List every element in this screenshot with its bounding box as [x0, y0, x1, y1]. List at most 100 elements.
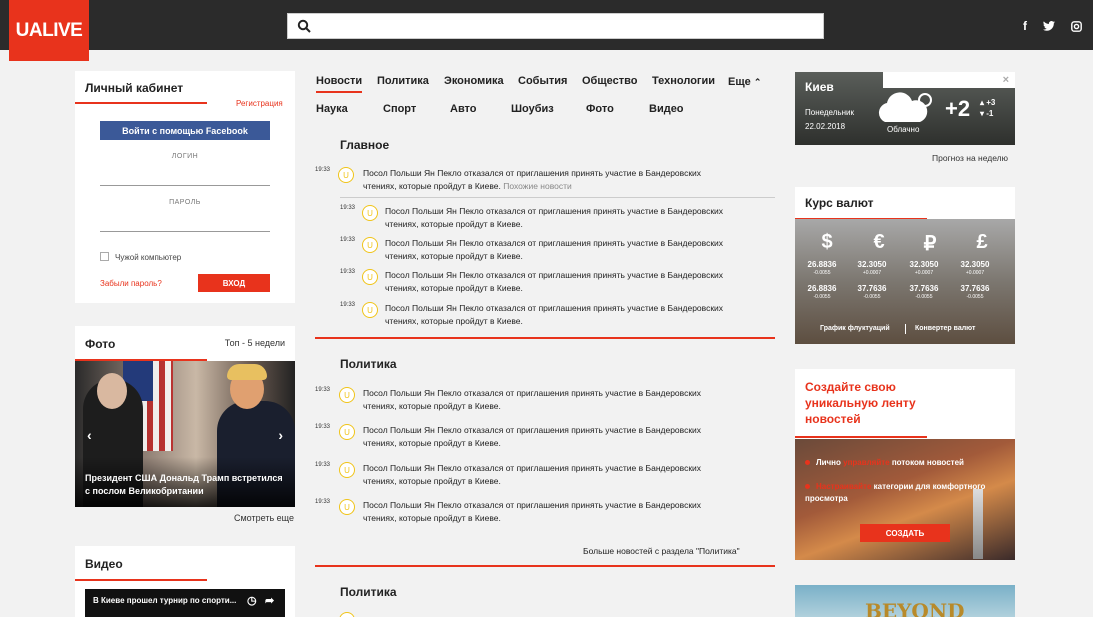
forgot-password-link[interactable]: Забыли пароль? — [100, 279, 162, 288]
photo-caption[interactable]: Президент США Дональд Трамп встретился с… — [85, 472, 285, 498]
video-player[interactable]: В Киеве прошел турнир по спорти... ◷ ➦ — [85, 589, 285, 617]
tab-photo[interactable]: Фото — [586, 103, 614, 115]
weather-temp: +2 — [945, 96, 971, 121]
tab-news[interactable]: Новости — [316, 75, 362, 87]
tab-video[interactable]: Видео — [649, 103, 684, 115]
tab-showbiz[interactable]: Шоубиз — [511, 103, 554, 115]
news-text: Посол Польши Ян Пекло отказался от пригл… — [385, 237, 723, 263]
rate-value: 26.8836 — [807, 260, 837, 269]
section-title-politics-2: Политика — [340, 585, 397, 599]
list-item[interactable]: 19:33 U Посол Польши Ян Пекло отказался … — [315, 387, 775, 415]
site-logo[interactable]: UALIVE — [9, 0, 89, 61]
weather-hi: +3 — [986, 98, 996, 107]
photo-slide[interactable]: ‹ › Президент США Дональд Трамп встретил… — [75, 361, 295, 507]
rate-value: 37.7636 — [857, 284, 887, 293]
title-underline — [75, 579, 207, 581]
share-icon[interactable]: ➦ — [265, 594, 274, 607]
tab-sport[interactable]: Спорт — [383, 103, 416, 115]
photo-filter[interactable]: Топ - 5 недели — [225, 338, 285, 348]
bullet-icon — [805, 484, 810, 489]
eur-symbol: € — [873, 231, 885, 253]
source-icon: U — [339, 612, 355, 617]
weekly-forecast-link[interactable]: Прогноз на неделю — [932, 153, 1008, 163]
headline-news[interactable]: 19:33 U Посол Польши Ян Пекло отказался … — [315, 167, 775, 195]
news-time: 19:33 — [340, 237, 356, 243]
more-politics-link[interactable]: Больше новостей с раздела "Политика" — [583, 546, 740, 556]
list-item[interactable]: 19:33 U Посол Польши Ян Пекло отказался … — [340, 205, 775, 233]
tab-technology[interactable]: Технологии — [652, 75, 715, 87]
rub-symbol: ₽ — [923, 233, 937, 255]
source-icon: U — [339, 424, 355, 440]
converter-link[interactable]: Конвертер валют — [915, 325, 975, 332]
cloud-sun-icon — [878, 92, 932, 122]
promo-title: Создайте свою уникальную ленту новостей — [805, 380, 916, 426]
news-line-2: чтениях, которые пройдут в Киеве. — [363, 476, 501, 486]
tab-economy[interactable]: Экономика — [444, 75, 504, 87]
close-icon[interactable]: × — [1003, 74, 1009, 86]
news-time: 19:33 — [340, 302, 356, 308]
tab-auto[interactable]: Авто — [450, 103, 477, 115]
prev-arrow-icon[interactable]: ‹ — [87, 427, 92, 443]
usd-symbol: $ — [821, 231, 833, 253]
list-item[interactable]: 19:33 U Посол Польши Ян Пекло отказался … — [315, 424, 775, 452]
video-card: Видео В Киеве прошел турнир по спорти...… — [75, 546, 295, 617]
similar-news-link[interactable]: Похожие новости — [503, 181, 572, 191]
photo-more-link[interactable]: Смотреть еще — [234, 513, 294, 523]
login-field[interactable] — [100, 185, 270, 186]
section-divider — [315, 337, 775, 339]
list-item[interactable]: 19:33 U Посол Польши Ян Пекло отказался … — [340, 269, 775, 297]
currency-title: Курс валют — [805, 196, 874, 210]
news-line-1: Посол Польши Ян Пекло отказался от пригл… — [363, 168, 702, 178]
facebook-login-button[interactable]: Войти с помощью Facebook — [100, 121, 270, 140]
news-line-2: чтениях, которые пройдут в Киеве. — [385, 283, 523, 293]
rate-value: 32.3050 — [909, 260, 939, 269]
login-button[interactable]: ВХОД — [198, 274, 270, 292]
tab-events[interactable]: События — [518, 75, 567, 87]
rate-delta: -0.0055 — [813, 270, 831, 276]
rate-value: 32.3050 — [857, 260, 887, 269]
news-text: Посол Польши Ян Пекло отказался от пригл… — [363, 167, 701, 193]
password-field[interactable] — [100, 231, 270, 232]
news-line-2: чтениях, которые пройдут в Киеве. — [363, 401, 501, 411]
list-item[interactable]: 19:33 U Посол Польши Ян Пекло отказался … — [340, 302, 775, 330]
create-feed-button[interactable]: СОЗДАТЬ — [860, 524, 950, 542]
search-input[interactable] — [287, 13, 824, 39]
login-title: Личный кабинет — [85, 81, 184, 95]
list-item[interactable]: 19:33 U Посол Польши Ян Пекло отказался … — [340, 237, 775, 265]
login-label: ЛОГИН — [171, 153, 199, 160]
game-banner[interactable]: BEYOND — [795, 585, 1015, 617]
rate-value: 32.3050 — [960, 260, 990, 269]
chart-link[interactable]: График флуктуаций — [820, 325, 890, 332]
tab-more[interactable]: Еще ⌃ — [728, 76, 761, 88]
facebook-icon[interactable]: f — [1018, 19, 1032, 33]
list-item[interactable]: 19:33 U Посол Польши Ян Пекло отказался … — [315, 462, 775, 490]
news-line-1: Посол Польши Ян Пекло отказался от пригл… — [385, 206, 724, 216]
register-link[interactable]: Регистрация — [236, 99, 283, 108]
rocket-image — [973, 489, 983, 559]
video-title: Видео — [85, 557, 123, 571]
remember-checkbox[interactable] — [100, 252, 109, 261]
tab-politics[interactable]: Политика — [377, 75, 429, 87]
news-line-2: чтениях, которые пройдут в Киеве. — [385, 219, 523, 229]
next-arrow-icon[interactable]: › — [278, 427, 283, 443]
clock-icon[interactable]: ◷ — [247, 594, 257, 607]
weather-widget[interactable]: × Киев Понедельник 22.02.2018 Облачно +2… — [795, 72, 1015, 145]
link-separator — [905, 324, 906, 334]
news-time: 19:33 — [340, 269, 356, 275]
news-line-1: Посол Польши Ян Пекло отказался от пригл… — [363, 500, 702, 510]
news-time: 19:33 — [315, 499, 331, 505]
title-underline — [795, 436, 927, 438]
instagram-icon[interactable] — [1069, 19, 1083, 33]
tab-society[interactable]: Общество — [582, 75, 637, 87]
list-item[interactable]: 19:33 U Посол Польши Ян Пекло отказался … — [315, 499, 775, 527]
tab-science[interactable]: Наука — [316, 103, 348, 115]
game-banner-title: BEYOND — [865, 599, 965, 617]
promo-line-1: Лично управляйте потоком новостей — [805, 457, 964, 469]
news-line-1: Посол Польши Ян Пекло отказался от пригл… — [385, 238, 724, 248]
news-text: Посол Польши Ян Пекло отказался от пригл… — [363, 462, 701, 488]
promo-line-1-post: потоком новостей — [891, 458, 964, 467]
rate-value: 37.7636 — [960, 284, 990, 293]
twitter-icon[interactable] — [1042, 19, 1056, 33]
news-text: Посол Польши Ян Пекло отказался от пригл… — [385, 205, 723, 231]
source-icon: U — [362, 269, 378, 285]
